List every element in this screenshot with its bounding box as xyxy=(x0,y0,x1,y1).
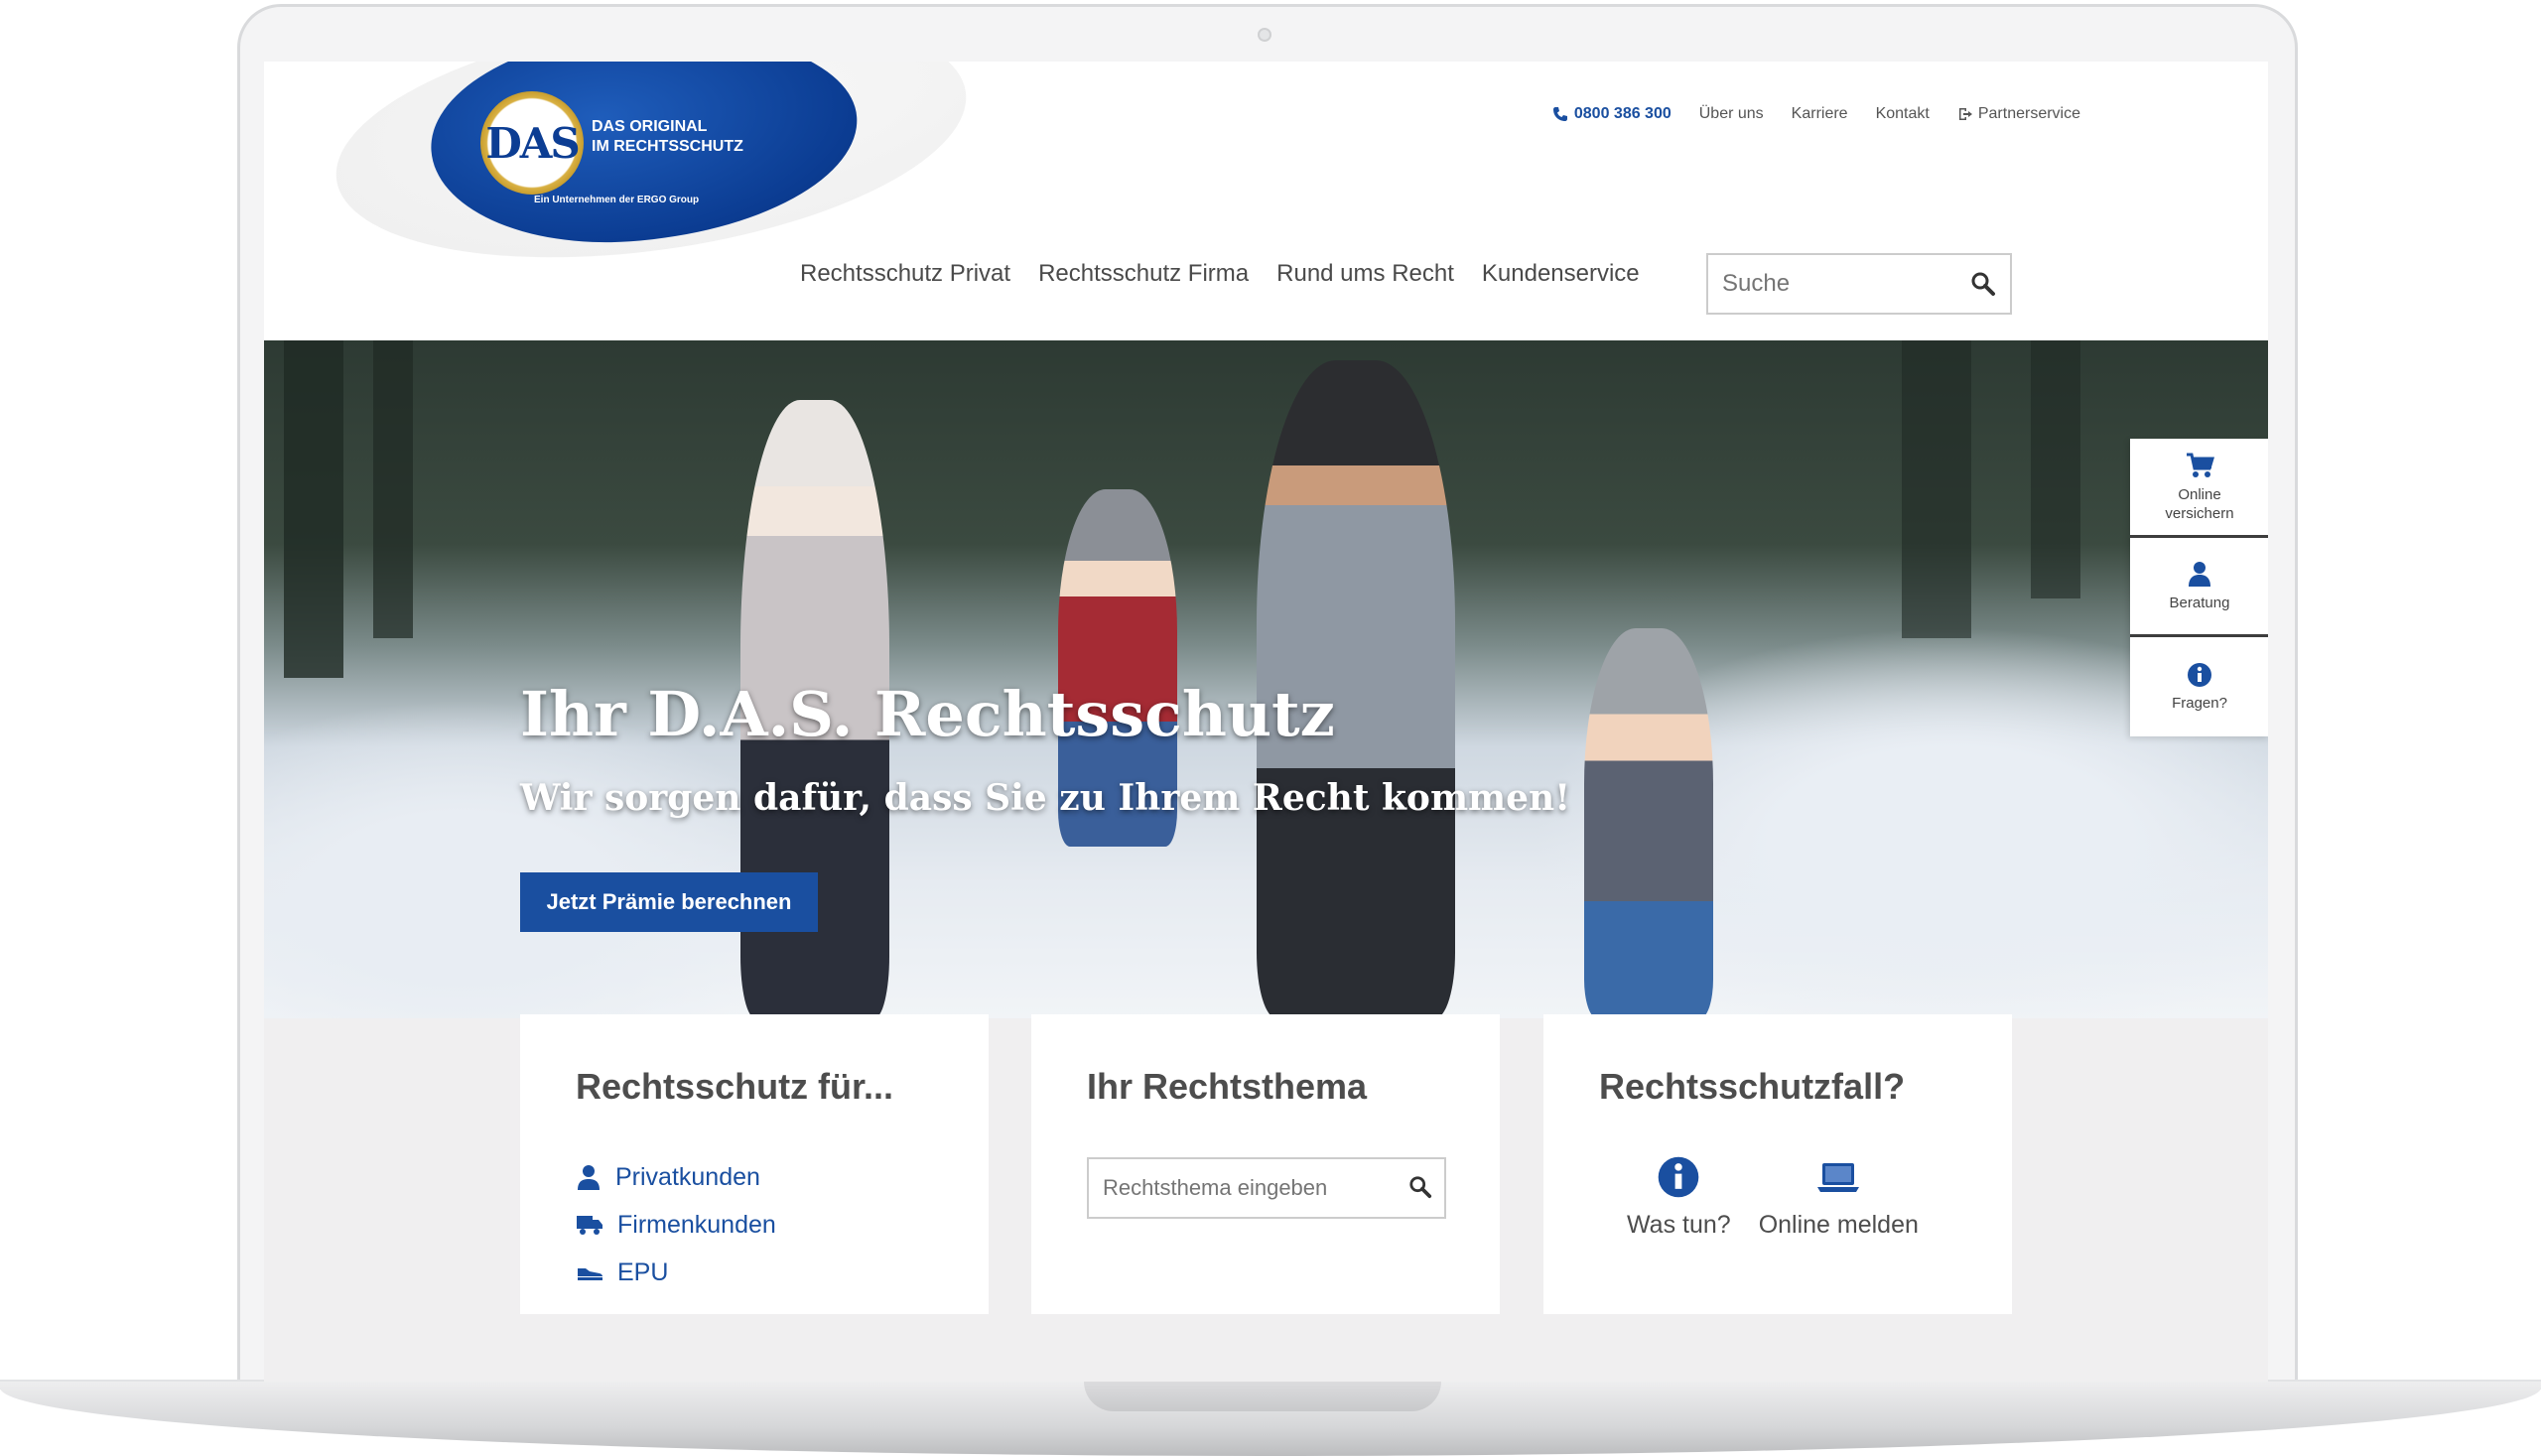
search-icon[interactable] xyxy=(1970,271,1996,297)
hero-subtitle: Wir sorgen dafür, dass Sie zu Ihrem Rech… xyxy=(520,777,1571,819)
camera-dot xyxy=(1258,28,1271,42)
nav-rechtsschutz-firma[interactable]: Rechtsschutz Firma xyxy=(1038,260,1249,288)
hero-tree xyxy=(284,340,343,678)
logo-text: DAS ORIGINAL IM RECHTSSCHUTZ xyxy=(592,118,743,155)
nav-rechtsschutz-privat[interactable]: Rechtsschutz Privat xyxy=(800,260,1010,288)
fragen-button[interactable]: Fragen? xyxy=(2130,637,2268,736)
hero-banner: Ihr D.A.S. Rechtsschutz Wir sorgen dafür… xyxy=(264,340,2268,1018)
top-utility-links: 0800 386 300 Über uns Karriere Kontakt P… xyxy=(1455,105,2080,123)
case-actions: Was tun? Online melden xyxy=(1627,1155,1919,1240)
online-versichern-button[interactable]: Online versichern xyxy=(2130,439,2268,538)
logo-subtitle: Ein Unternehmen der ERGO Group xyxy=(534,195,700,205)
truck-icon xyxy=(577,1216,602,1235)
card-ihr-rechtsthema: Ihr Rechtsthema xyxy=(1031,1014,1500,1314)
laptop-notch xyxy=(1084,1382,1441,1411)
hero-tree xyxy=(373,340,413,638)
person-icon xyxy=(2189,562,2210,587)
firmenkunden-link[interactable]: Firmenkunden xyxy=(576,1201,776,1249)
contact-link[interactable]: Kontakt xyxy=(1876,105,1930,123)
topic-search xyxy=(1087,1157,1446,1219)
careers-link[interactable]: Karriere xyxy=(1792,105,1848,123)
privatkunden-link[interactable]: Privatkunden xyxy=(576,1153,776,1201)
card-rechtsschutz-fuer: Rechtsschutz für... Privatkunden Firmenk… xyxy=(520,1014,989,1314)
laptop-icon xyxy=(1817,1163,1860,1192)
card-title: Ihr Rechtsthema xyxy=(1087,1066,1368,1107)
about-link[interactable]: Über uns xyxy=(1699,105,1764,123)
hero-title: Ihr D.A.S. Rechtsschutz xyxy=(520,678,1335,750)
card-rechtsschutzfall: Rechtsschutzfall? Was tun? Online melden xyxy=(1543,1014,2012,1314)
phone-icon xyxy=(1552,107,1567,121)
phone-link[interactable]: 0800 386 300 xyxy=(1552,105,1672,123)
hero-person-child-2 xyxy=(1584,628,1713,1018)
nav-kundenservice[interactable]: Kundenservice xyxy=(1482,260,1640,288)
card-title: Rechtsschutz für... xyxy=(576,1066,894,1107)
partnerservice-link[interactable]: Partnerservice xyxy=(1957,105,2080,123)
info-icon xyxy=(2188,662,2211,687)
browser-screen: DAS DAS ORIGINAL IM RECHTSSCHUTZ Ein Unt… xyxy=(264,62,2268,1382)
private-customer-icon xyxy=(578,1165,600,1190)
shoe-icon xyxy=(578,1268,602,1280)
customer-type-list: Privatkunden Firmenkunden EPU xyxy=(576,1153,776,1296)
info-icon xyxy=(1659,1156,1699,1198)
was-tun-button[interactable]: Was tun? xyxy=(1627,1155,1731,1240)
search-icon[interactable] xyxy=(1408,1175,1432,1199)
hero-tree xyxy=(2031,340,2080,598)
login-icon xyxy=(1958,108,1972,120)
epu-link[interactable]: EPU xyxy=(576,1249,776,1296)
header-search xyxy=(1706,253,2012,315)
beratung-button[interactable]: Beratung xyxy=(2130,538,2268,637)
cart-icon xyxy=(2187,453,2214,477)
topic-input[interactable] xyxy=(1089,1159,1387,1217)
hero-tree xyxy=(1902,340,1971,638)
calculate-premium-button[interactable]: Jetzt Prämie berechnen xyxy=(520,872,818,932)
logo-seal: DAS xyxy=(480,91,584,195)
main-navigation: Rechtsschutz Privat Rechtsschutz Firma R… xyxy=(800,260,1640,288)
card-title: Rechtsschutzfall? xyxy=(1599,1066,1906,1107)
online-melden-button[interactable]: Online melden xyxy=(1759,1155,1919,1240)
side-quick-actions: Online versichern Beratung Fragen? xyxy=(2130,439,2268,736)
search-input[interactable] xyxy=(1708,255,1946,313)
nav-rund-ums-recht[interactable]: Rund ums Recht xyxy=(1276,260,1454,288)
